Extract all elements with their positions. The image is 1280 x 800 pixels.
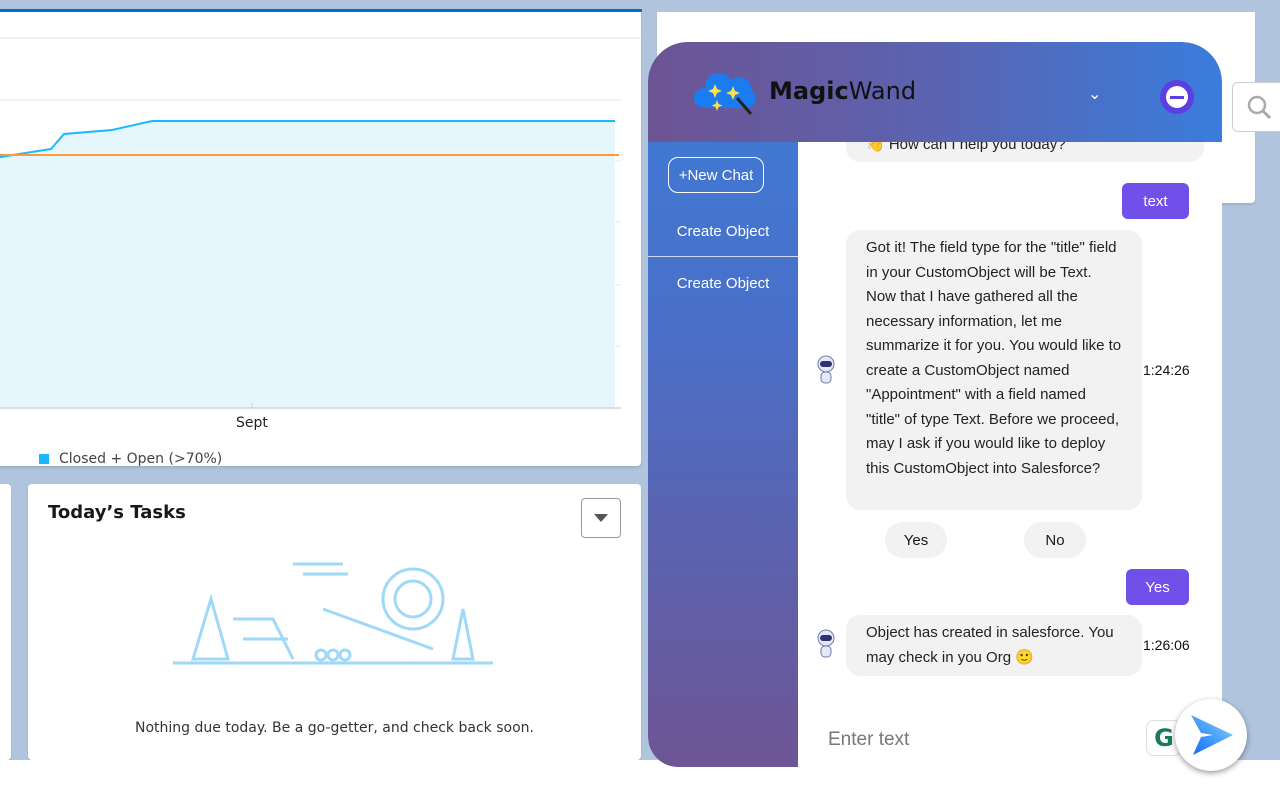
tasks-dropdown-button[interactable] <box>581 498 621 538</box>
brand-name: MagicWand <box>769 77 917 105</box>
empty-tasks-illustration <box>173 562 493 665</box>
chat-messages: 👋 How can I help you today? text Got it!… <box>798 42 1222 767</box>
new-chat-button[interactable]: +New Chat <box>668 157 764 193</box>
tasks-empty-message: Nothing due today. Be a go-getter, and c… <box>135 720 534 736</box>
message-time: 1:26:06 <box>1143 637 1190 653</box>
bot-avatar-icon <box>817 355 835 384</box>
chat-header: MagicWand ⌄ <box>648 42 1222 142</box>
chart-card: Sept Closed + Open (>70%) <box>0 12 641 467</box>
minimize-button[interactable] <box>1160 80 1194 114</box>
chevron-down-icon[interactable]: ⌄ <box>1088 84 1101 103</box>
user-message: Yes <box>1126 569 1189 605</box>
magic-wand-cloud-icon <box>693 73 756 115</box>
magicwand-logo: MagicWand <box>693 66 916 116</box>
minus-circle-icon <box>1166 86 1188 108</box>
legend-label: Closed + Open (>70%) <box>59 451 223 467</box>
option-yes-button[interactable]: Yes <box>885 522 947 558</box>
tasks-card: Today’s Tasks Nothing due today. Be a go… <box>28 484 641 760</box>
chat-sidebar: +New Chat Create Object Create Object <box>648 42 798 767</box>
x-tick-label: Sept <box>236 415 268 431</box>
search-icon <box>1247 95 1272 120</box>
send-icon <box>1191 715 1233 755</box>
bot-avatar-icon <box>817 629 835 658</box>
option-no-button[interactable]: No <box>1024 522 1086 558</box>
bot-message: Object has created in salesforce. You ma… <box>846 615 1142 676</box>
legend: Closed + Open (>70%) <box>39 451 222 467</box>
chat-history-item[interactable]: Create Object <box>648 258 798 308</box>
send-button[interactable] <box>1175 699 1247 771</box>
user-message: text <box>1122 183 1189 219</box>
area-fill <box>0 121 615 407</box>
chat-history-item[interactable]: Create Object <box>648 207 798 257</box>
legend-swatch <box>39 454 49 464</box>
line-chart: Sept <box>0 37 641 431</box>
search-button[interactable] <box>1232 82 1280 132</box>
message-time: 1:24:26 <box>1143 362 1190 378</box>
tasks-title: Today’s Tasks <box>48 502 186 523</box>
message-input[interactable] <box>828 722 1128 758</box>
side-card <box>0 484 11 760</box>
bot-message: Got it! The field type for the "title" f… <box>846 230 1142 510</box>
magicwand-chat-widget: +New Chat Create Object Create Object 👋 … <box>648 42 1222 767</box>
